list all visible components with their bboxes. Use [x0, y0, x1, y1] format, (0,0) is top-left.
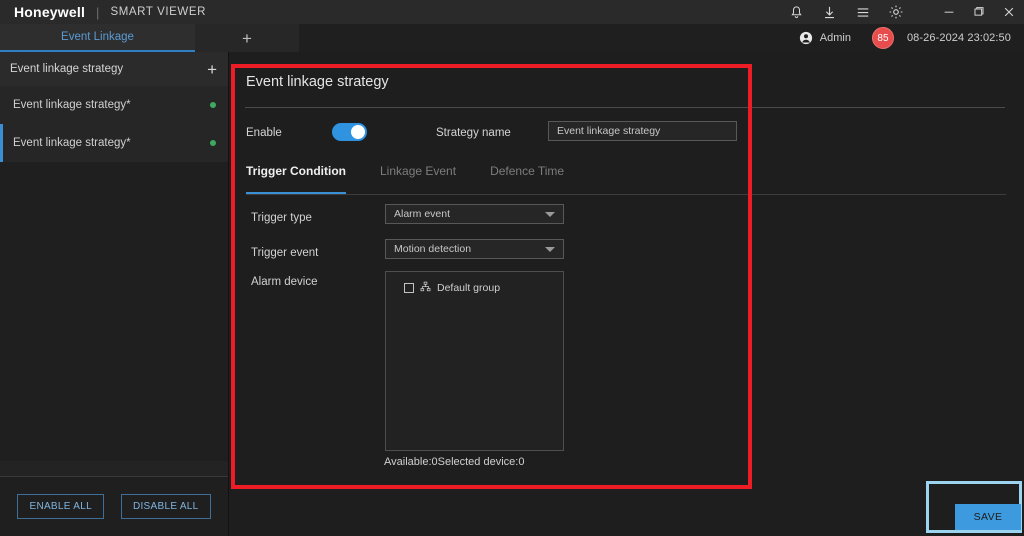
alarm-device-row: Alarm device [251, 272, 317, 290]
tree-checkbox[interactable] [404, 283, 414, 293]
close-button[interactable] [994, 0, 1024, 24]
toggle-knob [351, 125, 365, 139]
strategy-name-input[interactable] [548, 121, 737, 141]
enable-label: Enable [246, 127, 282, 139]
sidebar-item-strategy-2[interactable]: Event linkage strategy* [0, 124, 228, 162]
product-name: SMART VIEWER [110, 6, 206, 18]
download-icon[interactable] [813, 0, 846, 24]
timestamp-label: 08-26-2024 23:02:50 [907, 32, 1011, 44]
application-window: Honeywell | SMART VIEWER [0, 0, 1024, 536]
honeywell-logo: Honeywell [0, 4, 85, 20]
trigger-event-dropdown[interactable]: Motion detection [385, 239, 564, 259]
trigger-type-dropdown[interactable]: Alarm event [385, 204, 564, 224]
save-button[interactable]: SAVE [955, 504, 1021, 530]
maximize-button[interactable] [964, 0, 994, 24]
tree-item-default-group[interactable]: Default group [386, 272, 563, 297]
add-strategy-icon[interactable]: + [207, 61, 217, 78]
page-title: Event linkage strategy [246, 74, 389, 90]
tab-event-linkage[interactable]: Event Linkage [0, 24, 195, 52]
device-availability-label: Available:0Selected device:0 [384, 456, 524, 468]
enable-row: Enable Strategy name [246, 121, 1006, 151]
sidebar-empty-area [0, 162, 228, 461]
status-dot-icon [210, 140, 216, 146]
sidebar-header-label: Event linkage strategy [10, 63, 123, 75]
sidebar: Event linkage strategy + Event linkage s… [0, 52, 229, 536]
tabs-divider [246, 194, 1006, 195]
trigger-event-value: Motion detection [394, 243, 471, 255]
alarm-device-label: Alarm device [251, 276, 317, 288]
user-status-area: Admin 85 08-26-2024 23:02:50 [799, 24, 1024, 52]
trigger-event-label: Trigger event [251, 247, 318, 259]
main-panel: Event linkage strategy Enable Strategy n… [229, 52, 1024, 536]
titlebar-actions [780, 0, 1024, 24]
trigger-type-label: Trigger type [251, 212, 312, 224]
minimize-button[interactable] [934, 0, 964, 24]
enable-toggle[interactable] [332, 123, 367, 141]
title-bar: Honeywell | SMART VIEWER [0, 0, 1024, 24]
notification-badge[interactable]: 85 [872, 27, 894, 49]
tab-linkage-event[interactable]: Linkage Event [380, 164, 456, 194]
user-name-label: Admin [820, 32, 851, 44]
trigger-type-row: Trigger type [251, 208, 312, 226]
sidebar-footer: ENABLE ALL DISABLE ALL [0, 476, 228, 536]
gear-icon[interactable] [879, 0, 912, 24]
form-tabs: Trigger Condition Linkage Event Defence … [246, 164, 1006, 194]
title-divider [245, 107, 1005, 108]
chevron-down-icon [545, 247, 555, 252]
tab-defence-time[interactable]: Defence Time [490, 164, 564, 194]
sidebar-item-label: Event linkage strategy* [13, 99, 131, 111]
strategy-name-label: Strategy name [436, 127, 511, 139]
tab-trigger-condition[interactable]: Trigger Condition [246, 164, 346, 194]
brand-separator: | [85, 5, 110, 20]
enable-all-button[interactable]: ENABLE ALL [17, 494, 103, 519]
chevron-down-icon [545, 212, 555, 217]
tree-item-label: Default group [437, 282, 500, 294]
tab-strip-filler [299, 24, 799, 52]
sidebar-item-label: Event linkage strategy* [13, 137, 131, 149]
group-tree-icon [420, 279, 431, 297]
trigger-event-row: Trigger event [251, 243, 318, 261]
sidebar-header: Event linkage strategy + [0, 52, 228, 86]
trigger-type-value: Alarm event [394, 208, 450, 220]
bell-icon[interactable] [780, 0, 813, 24]
tab-strip: Event Linkage + Admin 85 08-26-2024 23:0… [0, 24, 1024, 52]
add-tab-button[interactable]: + [195, 24, 299, 52]
alarm-device-tree[interactable]: Default group [385, 271, 564, 451]
disable-all-button[interactable]: DISABLE ALL [121, 494, 211, 519]
hamburger-menu-icon[interactable] [846, 0, 879, 24]
avatar-icon[interactable] [799, 31, 813, 45]
status-dot-icon [210, 102, 216, 108]
sidebar-item-strategy-1[interactable]: Event linkage strategy* [0, 86, 228, 124]
